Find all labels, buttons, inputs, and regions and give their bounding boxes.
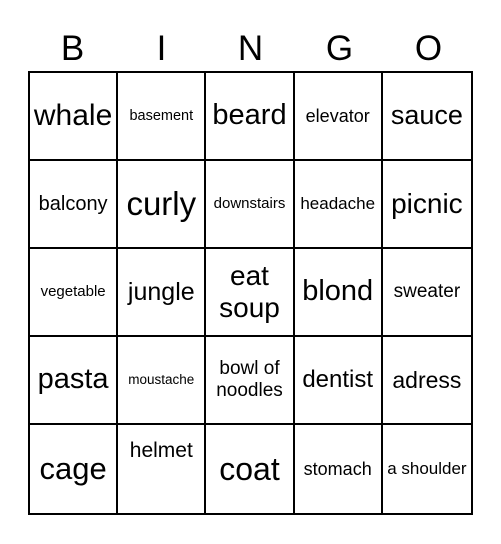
bingo-cell[interactable]: blond: [294, 249, 383, 337]
bingo-cell[interactable]: helmet: [118, 425, 207, 513]
cell-text: elevator: [305, 105, 370, 126]
cell-text: jungle: [127, 277, 195, 306]
cell-text: picnic: [391, 187, 463, 219]
bingo-cell[interactable]: cage: [30, 425, 119, 513]
bingo-cell[interactable]: vegetable: [30, 249, 119, 337]
bingo-cell[interactable]: bowl of noodles: [206, 337, 295, 425]
cell-text: stomach: [303, 458, 372, 479]
bingo-cell[interactable]: picnic: [382, 161, 471, 249]
cell-text: basement: [129, 107, 194, 124]
bingo-cell[interactable]: beard: [206, 73, 295, 161]
cell-text: headache: [300, 194, 376, 214]
bingo-cell[interactable]: coat: [206, 425, 295, 513]
bingo-cell[interactable]: downstairs: [206, 161, 295, 249]
cell-text: whale: [33, 98, 113, 132]
header-letter-o: O: [414, 29, 443, 68]
bingo-cell[interactable]: pasta: [30, 337, 119, 425]
header-letter-n: N: [237, 29, 264, 68]
header-letter-b: B: [60, 29, 85, 68]
bingo-cell[interactable]: jungle: [118, 249, 207, 337]
cell-text: cage: [39, 451, 107, 487]
bingo-cell[interactable]: elevator: [294, 73, 383, 161]
bingo-cell[interactable]: curly: [118, 161, 207, 249]
bingo-cell[interactable]: balcony: [30, 161, 119, 249]
cell-text: dentist: [302, 366, 374, 394]
cell-text: sauce: [390, 100, 463, 131]
cell-text: sweater: [393, 281, 461, 303]
bingo-cell[interactable]: dentist: [294, 337, 383, 425]
bingo-cell[interactable]: whale: [30, 73, 119, 161]
bingo-cell[interactable]: adress: [382, 337, 471, 425]
header-letter-g: G: [325, 29, 354, 68]
bingo-cell[interactable]: stomach: [295, 425, 383, 513]
bingo-cell[interactable]: sweater: [382, 249, 471, 337]
cell-text: blond: [302, 275, 374, 308]
cell-text: bowl of noodles: [216, 358, 283, 401]
cell-text: moustache: [128, 372, 195, 388]
cell-text: a shoulder: [387, 459, 467, 479]
cell-text: coat: [219, 450, 280, 487]
bingo-cell[interactable]: moustache: [118, 337, 207, 425]
bingo-cell[interactable]: a shoulder: [383, 425, 471, 513]
header-letter-i: I: [156, 29, 167, 68]
cell-text: beard: [212, 99, 287, 132]
bingo-cell[interactable]: basement: [118, 73, 207, 161]
bingo-cell[interactable]: headache: [294, 161, 383, 249]
cell-text: vegetable: [40, 283, 106, 301]
cell-text: adress: [392, 366, 462, 393]
cell-text: helmet: [129, 439, 193, 462]
bingo-header: B I N G O: [28, 27, 473, 71]
bingo-cell[interactable]: sauce: [382, 73, 471, 161]
cell-text: downstairs: [213, 195, 286, 213]
cell-text: pasta: [37, 363, 109, 396]
cell-text: eat soup: [219, 259, 280, 323]
bingo-grid: whale basement beard elevator sauce balcony cu…: [28, 71, 473, 515]
cell-text: curly: [126, 185, 197, 223]
cell-text: balcony: [38, 192, 108, 215]
bingo-cell[interactable]: eat soup: [206, 249, 295, 337]
